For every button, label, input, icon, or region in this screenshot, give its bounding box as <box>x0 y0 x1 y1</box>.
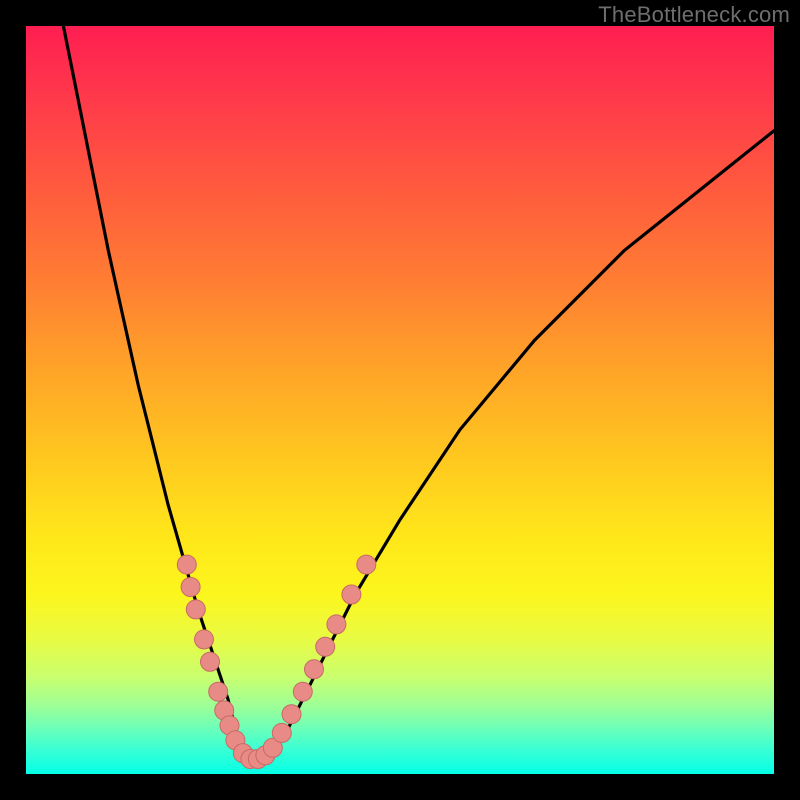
highlight-dot <box>357 555 376 574</box>
highlight-dot <box>293 682 312 701</box>
highlight-dot <box>272 723 291 742</box>
highlight-dot <box>342 585 361 604</box>
watermark-text: TheBottleneck.com <box>598 2 790 28</box>
cluster-dots <box>177 555 375 768</box>
highlight-dot <box>195 630 214 649</box>
chart-plot-area <box>26 26 774 774</box>
chart-svg <box>26 26 774 774</box>
bottleneck-curve <box>63 26 774 759</box>
highlight-dot <box>305 660 324 679</box>
highlight-dot <box>316 637 335 656</box>
highlight-dot <box>186 600 205 619</box>
chart-frame: TheBottleneck.com <box>0 0 800 800</box>
highlight-dot <box>209 682 228 701</box>
highlight-dot <box>201 652 220 671</box>
highlight-dot <box>327 615 346 634</box>
highlight-dot <box>181 578 200 597</box>
highlight-dot <box>282 705 301 724</box>
highlight-dot <box>177 555 196 574</box>
